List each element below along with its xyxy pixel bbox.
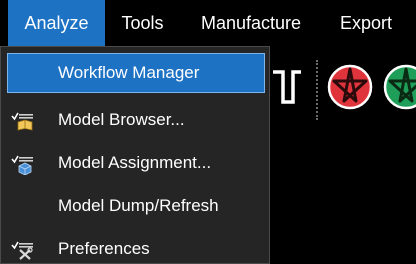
menu-item-model-browser[interactable]: Model Browser... [1,99,269,141]
red-star-icon[interactable] [326,63,374,111]
menu-tools[interactable]: Tools [110,0,175,46]
menu-export[interactable]: Export [326,0,406,46]
toolbar-separator [316,60,322,120]
checklist-tools-icon [11,241,33,260]
checklist-cube-icon [11,155,33,175]
menu-item-workflow-manager[interactable]: Workflow Manager [7,53,265,93]
menu-item-label: Preferences [58,239,150,258]
application-window: Analyze Tools Manufacture Export Workflo… [0,0,416,264]
menu-item-label: Model Dump/Refresh [58,196,219,215]
menu-item-label: Model Browser... [58,110,185,129]
checklist-book-icon [11,112,33,131]
menu-manufacture[interactable]: Manufacture [190,0,312,46]
menu-item-model-dump-refresh[interactable]: Model Dump/Refresh [1,185,269,227]
menu-analyze[interactable]: Analyze [8,0,105,46]
green-star-icon[interactable] [382,63,416,111]
menu-item-model-assignment[interactable]: Model Assignment... [1,142,269,184]
menu-item-label: Workflow Manager [58,63,200,82]
analyze-dropdown-menu: Workflow Manager Model Browser... Model … [0,46,270,264]
menu-item-label: Model Assignment... [58,153,212,172]
step-signal-icon[interactable] [270,64,304,108]
menu-item-preferences[interactable]: Preferences [1,228,269,264]
menu-bar: Analyze Tools Manufacture Export [0,0,416,46]
